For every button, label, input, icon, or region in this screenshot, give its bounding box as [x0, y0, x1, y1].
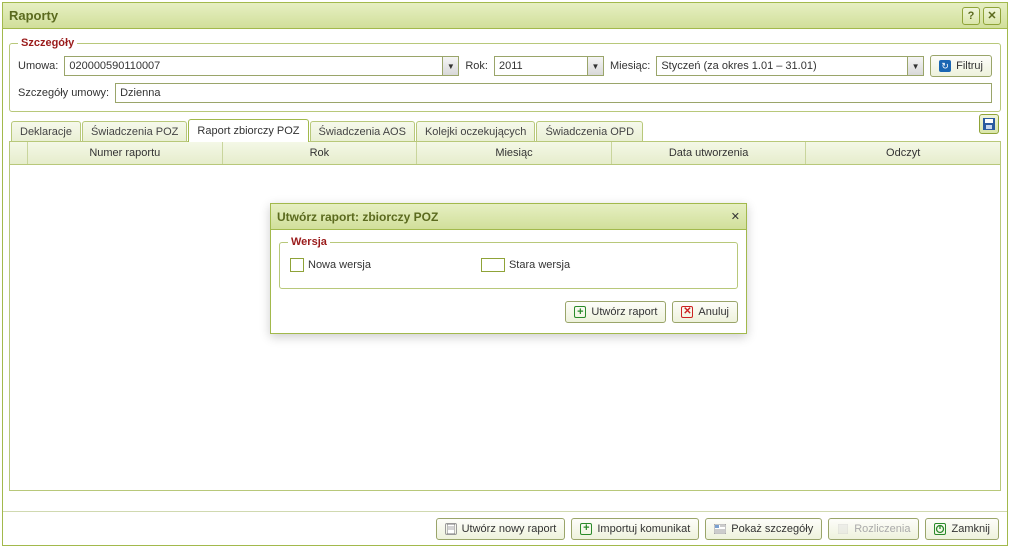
- stara-wersja-label: Stara wersja: [509, 259, 570, 271]
- tab-label: Deklaracje: [20, 126, 72, 138]
- grid-col-data[interactable]: Data utworzenia: [612, 142, 807, 164]
- tab-label: Świadczenia OPD: [545, 126, 634, 138]
- close-icon: ✕: [731, 211, 740, 223]
- dialog-close-button[interactable]: ✕: [731, 210, 740, 223]
- szczegoly-umowy-value: Dzienna: [120, 87, 160, 99]
- close-button[interactable]: Zamknij: [925, 518, 999, 540]
- create-report-dialog: Utwórz raport: zbiorczy POZ ✕ Wersja Now…: [270, 203, 747, 334]
- cancel-button[interactable]: ✕ Anuluj: [672, 301, 738, 323]
- tab-swiadczenia-opd[interactable]: Świadczenia OPD: [536, 121, 643, 142]
- tab-kolejki[interactable]: Kolejki oczekujących: [416, 121, 536, 142]
- details-legend: Szczegóły: [18, 37, 77, 49]
- dialog-title-bar: Utwórz raport: zbiorczy POZ ✕: [271, 204, 746, 230]
- settlement-icon: [837, 523, 849, 535]
- title-bar: Raporty ? ✕: [3, 3, 1007, 29]
- grid-header: Numer raportu Rok Miesiąc Data utworzeni…: [10, 142, 1000, 165]
- grid-col-miesiac[interactable]: Miesiąc: [417, 142, 612, 164]
- create-report-button[interactable]: + Utwórz raport: [565, 301, 666, 323]
- show-details-button[interactable]: Pokaż szczegóły: [705, 518, 822, 540]
- details-icon: [714, 523, 726, 535]
- import-label: Importuj komunikat: [597, 523, 690, 535]
- tab-label: Świadczenia POZ: [91, 126, 178, 138]
- dialog-body: Wersja Nowa wersja Stara wersja + Utwórz…: [271, 230, 746, 333]
- filter-row-2: Szczegóły umowy: Dzienna: [18, 83, 992, 103]
- help-icon: ?: [968, 10, 975, 22]
- tab-strip: Deklaracje Świadczenia POZ Raport zbiorc…: [9, 118, 1001, 141]
- rok-select[interactable]: 2011 ▼: [494, 56, 604, 76]
- umowa-label: Umowa:: [18, 60, 58, 72]
- checkbox-icon: [290, 258, 304, 272]
- szczegoly-umowy-label: Szczegóły umowy:: [18, 87, 109, 99]
- stara-wersja-option[interactable]: Stara wersja: [481, 258, 570, 272]
- tab-raport-zbiorczy-poz[interactable]: Raport zbiorczy POZ: [188, 119, 308, 142]
- new-report-button[interactable]: Utwórz nowy raport: [436, 518, 566, 540]
- szczegoly-umowy-field: Dzienna: [115, 83, 992, 103]
- filtruj-label: Filtruj: [956, 60, 983, 72]
- miesiac-select[interactable]: Styczeń (za okres 1.01 – 31.01) ▼: [656, 56, 924, 76]
- grid-col-rok[interactable]: Rok: [223, 142, 418, 164]
- filter-row-1: Umowa: 020000590110007 ▼ Rok: 2011 ▼ Mie…: [18, 55, 992, 77]
- import-button[interactable]: + Importuj komunikat: [571, 518, 699, 540]
- umowa-value: 020000590110007: [69, 60, 160, 72]
- tab-label: Raport zbiorczy POZ: [197, 125, 299, 137]
- cancel-label: Anuluj: [698, 306, 729, 318]
- wersja-options-row: Nowa wersja Stara wersja: [288, 254, 729, 280]
- grid-col-numer[interactable]: Numer raportu: [28, 142, 223, 164]
- plus-icon: +: [574, 306, 586, 318]
- create-report-label: Utwórz raport: [591, 306, 657, 318]
- tab-deklaracje[interactable]: Deklaracje: [11, 121, 81, 142]
- grid-col-odczyt[interactable]: Odczyt: [806, 142, 1000, 164]
- save-button[interactable]: [979, 114, 999, 134]
- power-icon: [934, 523, 946, 535]
- rozliczenia-label: Rozliczenia: [854, 523, 910, 535]
- chevron-down-icon: ▼: [442, 57, 458, 75]
- miesiac-value: Styczeń (za okres 1.01 – 31.01): [661, 60, 816, 72]
- tab-label: Świadczenia AOS: [319, 126, 406, 138]
- umowa-select[interactable]: 020000590110007 ▼: [64, 56, 459, 76]
- footer-bar: Utwórz nowy raport + Importuj komunikat …: [3, 511, 1007, 545]
- tab-swiadczenia-poz[interactable]: Świadczenia POZ: [82, 121, 187, 142]
- wersja-fieldset: Wersja Nowa wersja Stara wersja: [279, 236, 738, 289]
- nowa-wersja-option[interactable]: Nowa wersja: [290, 258, 371, 272]
- chevron-down-icon: ▼: [907, 57, 923, 75]
- filtruj-button[interactable]: ↻ Filtruj: [930, 55, 992, 77]
- main-window: Raporty ? ✕ Szczegóły Umowa: 02000059011…: [2, 2, 1008, 546]
- rok-value: 2011: [499, 60, 523, 72]
- rok-label: Rok:: [465, 60, 488, 72]
- cancel-icon: ✕: [681, 306, 693, 318]
- rozliczenia-button: Rozliczenia: [828, 518, 919, 540]
- show-details-label: Pokaż szczegóły: [731, 523, 813, 535]
- nowa-wersja-label: Nowa wersja: [308, 259, 371, 271]
- window-title: Raporty: [9, 8, 959, 23]
- details-fieldset: Szczegóły Umowa: 020000590110007 ▼ Rok: …: [9, 37, 1001, 112]
- close-label: Zamknij: [951, 523, 990, 535]
- close-icon: ✕: [987, 9, 996, 22]
- tab-label: Kolejki oczekujących: [425, 126, 527, 138]
- help-button[interactable]: ?: [962, 7, 980, 25]
- miesiac-label: Miesiąc:: [610, 60, 650, 72]
- close-window-button[interactable]: ✕: [983, 7, 1001, 25]
- checkbox-checked-icon: [481, 258, 505, 272]
- diskette-icon: [983, 118, 995, 130]
- tab-swiadczenia-aos[interactable]: Świadczenia AOS: [310, 121, 415, 142]
- dialog-actions: + Utwórz raport ✕ Anuluj: [279, 301, 738, 323]
- plus-icon: +: [580, 523, 592, 535]
- wersja-legend: Wersja: [288, 236, 330, 248]
- document-icon: [445, 523, 457, 535]
- refresh-icon: ↻: [939, 60, 951, 72]
- grid-col-selector[interactable]: [10, 142, 28, 164]
- new-report-label: Utwórz nowy raport: [462, 523, 557, 535]
- dialog-title: Utwórz raport: zbiorczy POZ: [277, 210, 731, 224]
- chevron-down-icon: ▼: [587, 57, 603, 75]
